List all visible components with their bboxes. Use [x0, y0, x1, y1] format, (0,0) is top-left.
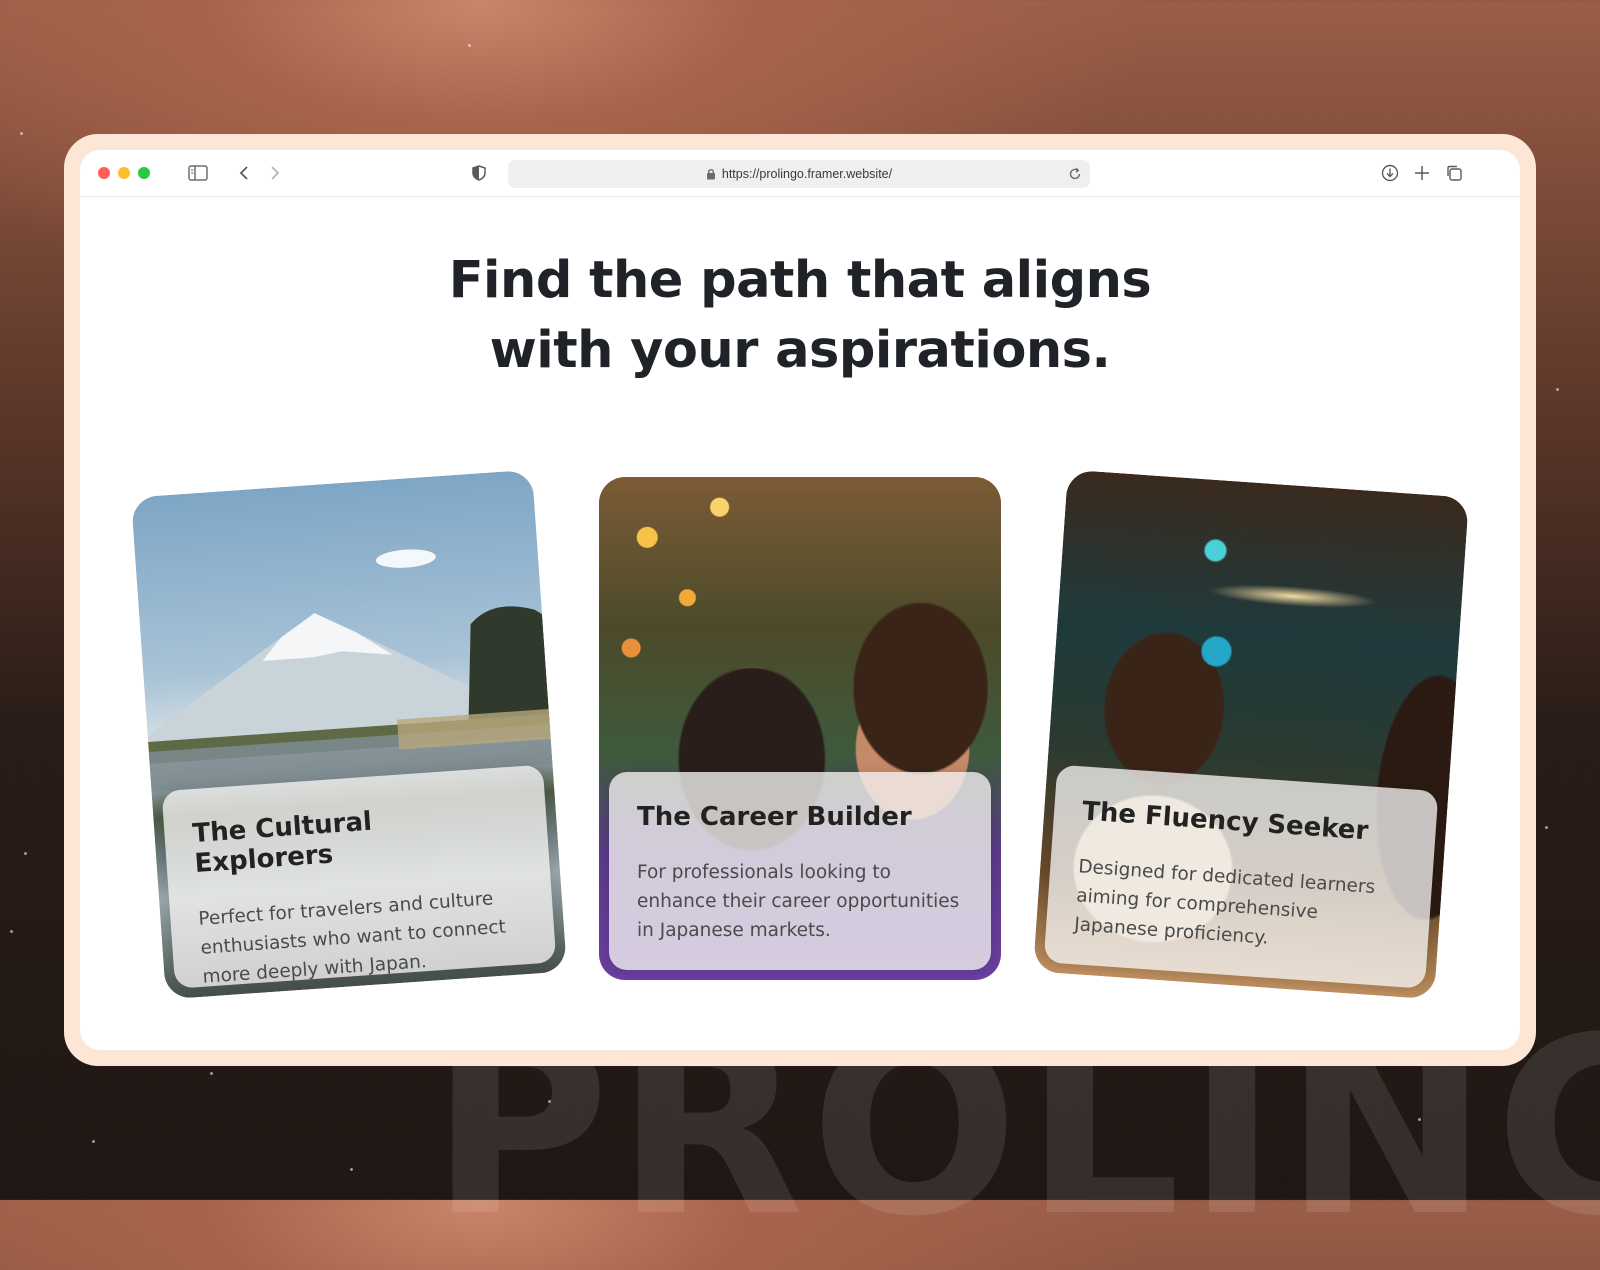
card-title: The Fluency Seeker [1081, 796, 1370, 847]
headline-line-1: Find the path that aligns [448, 251, 1152, 310]
card-title: The Cultural Explorers [191, 806, 373, 880]
browser-window: https://prolingo.framer.website/ Find th… [80, 150, 1520, 1050]
minimize-window-button[interactable] [118, 167, 130, 179]
back-arrow-icon[interactable] [234, 163, 254, 183]
card-info-panel: The Career Builder For professionals loo… [609, 772, 991, 970]
card-career-builder[interactable]: The Career Builder For professionals loo… [599, 477, 1001, 980]
privacy-shield-icon[interactable] [469, 163, 489, 183]
card-cultural-explorers[interactable]: The Cultural Explorers Perfect for trave… [130, 469, 568, 1000]
tab-overview-icon[interactable] [1444, 163, 1464, 183]
close-window-button[interactable] [98, 167, 110, 179]
card-info-panel: The Fluency Seeker Designed for dedicate… [1043, 764, 1439, 989]
card-info-panel: The Cultural Explorers Perfect for trave… [161, 764, 557, 989]
zoom-window-button[interactable] [138, 167, 150, 179]
lock-icon [706, 168, 716, 180]
card-title: The Career Builder [637, 802, 912, 832]
browser-toolbar: https://prolingo.framer.website/ [80, 150, 1520, 197]
card-description: Designed for dedicated learners aiming f… [1073, 856, 1376, 949]
sidebar-icon[interactable] [187, 163, 209, 183]
page-headline: Find the path that aligns with your aspi… [80, 246, 1520, 386]
reload-icon[interactable] [1068, 167, 1082, 181]
headline-line-2: with your aspirations. [489, 321, 1111, 380]
card-description: For professionals looking to enhance the… [637, 862, 960, 941]
address-bar[interactable]: https://prolingo.framer.website/ [508, 160, 1090, 188]
download-icon[interactable] [1380, 163, 1400, 183]
card-fluency-seeker[interactable]: The Fluency Seeker Designed for dedicate… [1032, 469, 1470, 1000]
new-tab-plus-icon[interactable] [1412, 163, 1432, 183]
url-text: https://prolingo.framer.website/ [721, 167, 893, 181]
forward-arrow-icon[interactable] [265, 163, 285, 183]
